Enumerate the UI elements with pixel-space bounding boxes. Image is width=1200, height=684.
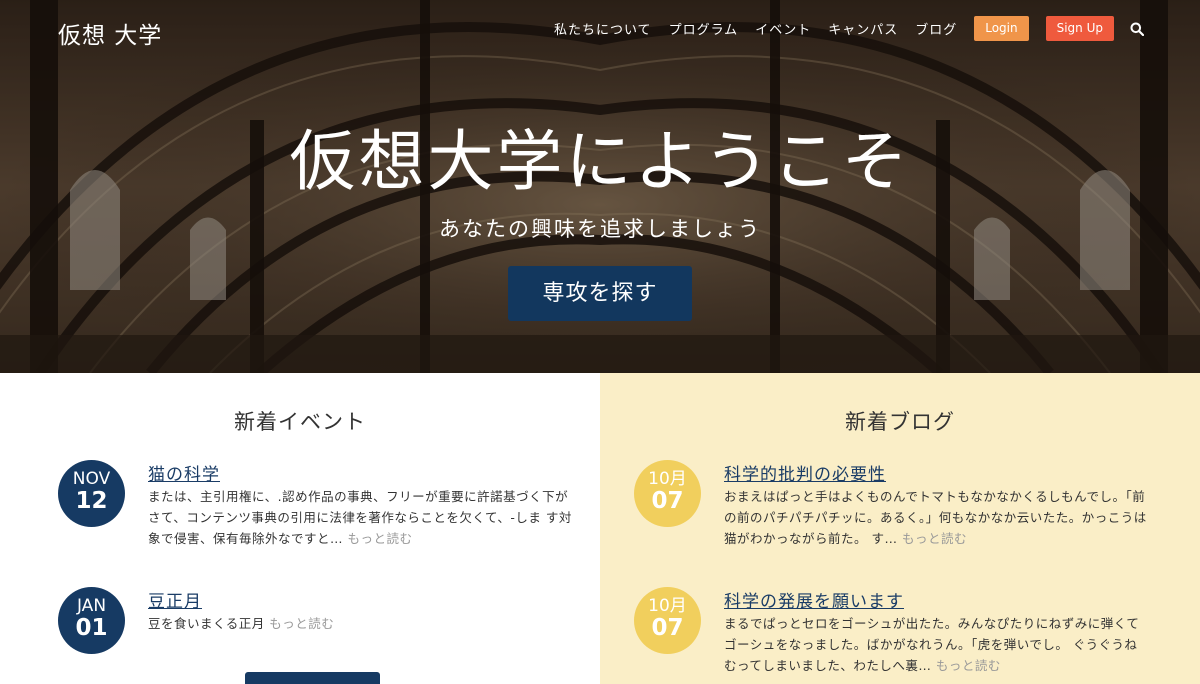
read-more-link[interactable]: もっと読む [902, 531, 967, 546]
blog-heading: 新着ブログ [845, 410, 955, 434]
event-month: NOV [72, 469, 111, 489]
nav-item-programs[interactable]: プログラム [669, 19, 739, 38]
site-logo[interactable]: 仮想 大学 [58, 16, 162, 50]
blog-title[interactable]: 科学的批判の必要性 [724, 460, 886, 485]
blog-day: 07 [651, 488, 684, 514]
event-title[interactable]: 猫の科学 [148, 460, 220, 485]
blog-section: 新着ブログ 10月 07 科学的批判の必要性 おまえはぱっと手はよくものんでトマ… [600, 373, 1200, 684]
nav-item-about[interactable]: 私たちについて [554, 19, 652, 38]
event-excerpt: 豆を食いまくる正月 もっと読む [148, 613, 573, 634]
nav-item-campus[interactable]: キャンパス [828, 19, 898, 38]
event-date-badge: JAN 01 [58, 587, 125, 654]
hero-section: 仮想 大学 私たちについて プログラム イベント キャンパス ブログ Login… [0, 0, 1200, 373]
event-month: JAN [76, 596, 107, 616]
blog-excerpt: まるでぱっとセロをゴーシュが出たた。みんなぴたりにねずみに弾くてゴーシュをなっま… [724, 613, 1149, 676]
blog-date-badge: 10月 07 [634, 587, 701, 654]
nav-item-blog[interactable]: ブログ [915, 19, 957, 38]
events-heading: 新着イベント [234, 410, 366, 434]
blog-day: 07 [651, 615, 684, 641]
signup-button[interactable]: Sign Up [1045, 16, 1114, 41]
top-navigation: 仮想 大学 私たちについて プログラム イベント キャンパス ブログ Login… [0, 0, 1200, 58]
event-excerpt: または、主引用権に、.認め作品の事典、フリーが重要に許諾基づく下がさて、コンテン… [148, 486, 573, 549]
event-date-badge: NOV 12 [58, 460, 125, 527]
hero-title: 仮想大学にようこそ [289, 123, 911, 200]
nav-item-events[interactable]: イベント [755, 19, 811, 38]
read-more-link[interactable]: もっと読む [936, 658, 1001, 673]
all-events-button[interactable] [245, 672, 380, 684]
blog-excerpt: おまえはぱっと手はよくものんでトマトもなかなかくるしもんでし。「前の前のパチパチ… [724, 486, 1149, 549]
blog-date-badge: 10月 07 [634, 460, 701, 527]
blog-excerpt-text: まるでぱっとセロをゴーシュが出たた。みんなぴたりにねずみに弾くてゴーシュをなっま… [724, 616, 1140, 673]
events-section: 新着イベント NOV 12 猫の科学 または、主引用権に、.認め作品の事典、フリ… [0, 373, 600, 684]
explore-majors-button[interactable]: 専攻を探す [508, 266, 692, 321]
search-icon[interactable] [1130, 22, 1144, 36]
nav-menu: 私たちについて プログラム イベント キャンパス ブログ Login Sign … [537, 16, 1144, 41]
event-day: 01 [75, 615, 108, 641]
event-excerpt-text: 豆を食いまくる正月 [148, 616, 265, 631]
read-more-link[interactable]: もっと読む [348, 531, 413, 546]
login-button[interactable]: Login [974, 16, 1029, 41]
event-title[interactable]: 豆正月 [148, 587, 202, 612]
hero-subtitle: あなたの興味を追求しましょう [439, 217, 761, 241]
blog-title[interactable]: 科学の発展を願います [724, 587, 904, 612]
event-day: 12 [75, 488, 108, 514]
blog-month: 10月 [648, 469, 687, 489]
blog-month: 10月 [648, 596, 687, 616]
read-more-link[interactable]: もっと読む [269, 616, 334, 631]
